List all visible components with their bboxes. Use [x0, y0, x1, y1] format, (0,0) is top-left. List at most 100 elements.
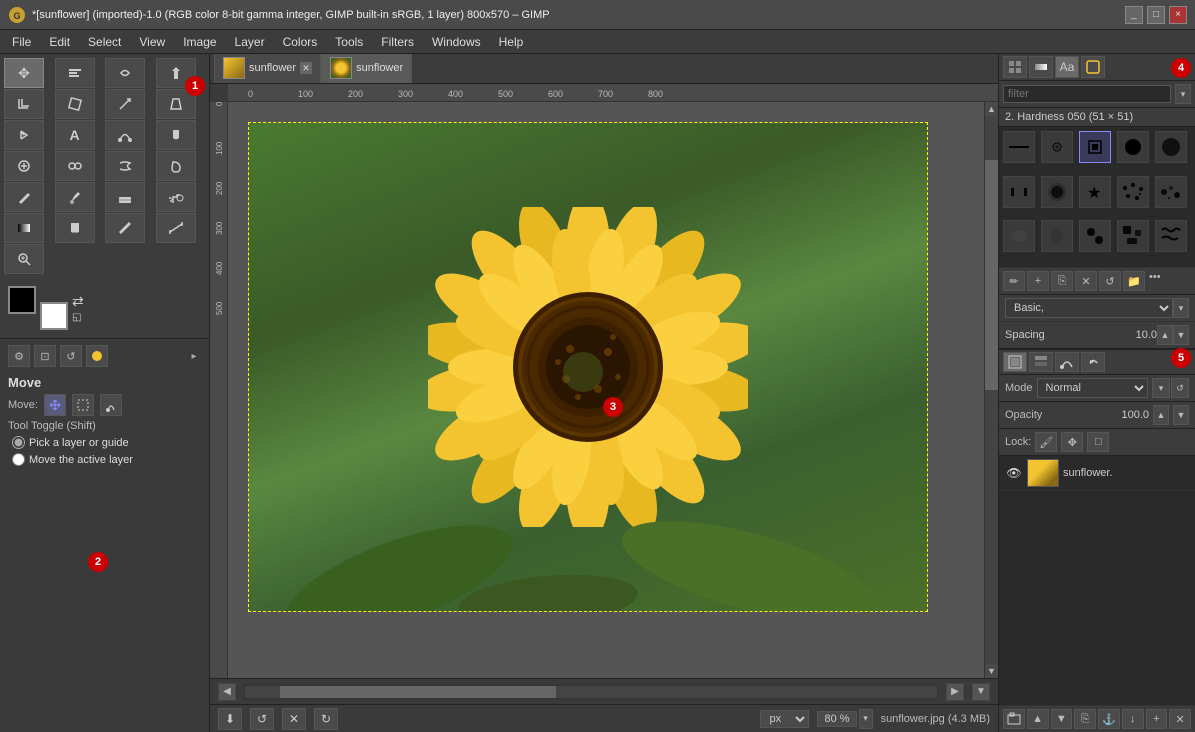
layers-tab-paths[interactable]: [1055, 352, 1079, 372]
menu-windows[interactable]: Windows: [424, 33, 489, 51]
layer-copy-button[interactable]: ⎘: [1074, 709, 1096, 729]
menu-colors[interactable]: Colors: [275, 33, 326, 51]
mode-prev-button[interactable]: ▾: [1152, 378, 1170, 398]
brush-action-copy[interactable]: ⎘: [1051, 271, 1073, 291]
reset-colors-button[interactable]: ◱: [72, 312, 84, 323]
airbrush-tool[interactable]: [156, 182, 196, 212]
smudge-tool[interactable]: [105, 151, 145, 181]
brushes-filter-input[interactable]: [1003, 85, 1171, 103]
radio-active-layer[interactable]: Move the active layer: [4, 451, 205, 468]
layers-tab-layers[interactable]: [1029, 352, 1053, 372]
menu-select[interactable]: Select: [80, 33, 129, 51]
menu-filters[interactable]: Filters: [373, 33, 422, 51]
menu-file[interactable]: File: [4, 33, 39, 51]
preset-selector[interactable]: Basic,: [1005, 298, 1173, 318]
lock-position-button[interactable]: ✥: [1061, 432, 1083, 452]
brush-tab-gradients[interactable]: [1029, 56, 1053, 78]
preset-dropdown-button[interactable]: ▾: [1173, 298, 1189, 318]
export-button[interactable]: ⬇: [218, 708, 242, 730]
layer-row-sunflower[interactable]: 👁 sunflower.: [999, 456, 1195, 491]
brush-item-scatter2[interactable]: [1155, 176, 1187, 208]
brush-tab-patterns[interactable]: [1003, 56, 1027, 78]
menu-layer[interactable]: Layer: [227, 33, 273, 51]
move-selection-icon[interactable]: [72, 394, 94, 416]
zoom-dropdown-button[interactable]: ▾: [859, 709, 873, 729]
brush-action-edit[interactable]: ✏: [1003, 271, 1025, 291]
rotate-tool[interactable]: [55, 89, 95, 119]
minimize-button[interactable]: _: [1125, 6, 1143, 24]
color-picker-tool[interactable]: [105, 213, 145, 243]
layer-merge-button[interactable]: ↓: [1122, 709, 1144, 729]
delete-layer-button[interactable]: ✕: [1169, 709, 1191, 729]
move-layer-icon[interactable]: [44, 394, 66, 416]
scale-tool[interactable]: [105, 89, 145, 119]
brush-item-xlarge[interactable]: [1155, 131, 1187, 163]
move-path-icon[interactable]: [100, 394, 122, 416]
brush-item-blob3[interactable]: [1079, 220, 1111, 252]
zoom-canvas-tool[interactable]: [4, 244, 44, 274]
vscroll-thumb[interactable]: [985, 160, 998, 390]
brush-item-grunge1[interactable]: [1117, 220, 1149, 252]
opacity-spin-up[interactable]: ▲: [1153, 405, 1169, 425]
radio-layer-guide[interactable]: Pick a layer or guide: [4, 434, 205, 451]
brush-item-sq-outline[interactable]: [1003, 176, 1035, 208]
brush-action-new[interactable]: +: [1027, 271, 1049, 291]
lasso-tool[interactable]: [105, 58, 145, 88]
vscroll-up-button[interactable]: ▲: [985, 102, 998, 116]
layer-up-button[interactable]: ▲: [1027, 709, 1049, 729]
scroll-down2-button[interactable]: ▼: [972, 683, 990, 701]
move-tool[interactable]: ✥: [4, 58, 44, 88]
pencil-tool[interactable]: [4, 182, 44, 212]
brush-tab-fonts[interactable]: [1081, 56, 1105, 78]
menu-view[interactable]: View: [131, 33, 173, 51]
gradient-tool[interactable]: [4, 213, 44, 243]
horizontal-scrollbar[interactable]: [244, 685, 938, 699]
menu-tools[interactable]: Tools: [327, 33, 371, 51]
canvas-tab-sunflower2[interactable]: sunflower: [321, 54, 412, 83]
paintbrush-tool[interactable]: [55, 182, 95, 212]
mode-history-button[interactable]: ↺: [1171, 378, 1189, 398]
clone-tool[interactable]: [55, 151, 95, 181]
brush-action-delete[interactable]: ✕: [1075, 271, 1097, 291]
brush-item-line[interactable]: [1003, 131, 1035, 163]
tool-options-icon4[interactable]: [86, 345, 108, 367]
layer-eye-sunflower[interactable]: 👁: [1005, 464, 1023, 482]
menu-edit[interactable]: Edit: [41, 33, 78, 51]
hscroll-left-button[interactable]: ◀: [218, 683, 236, 701]
tool-options-collapse[interactable]: ▸: [187, 349, 201, 363]
opacity-spin-down[interactable]: ▼: [1173, 405, 1189, 425]
align-tool[interactable]: [55, 58, 95, 88]
flip-tool[interactable]: [4, 120, 44, 150]
new-layer-group-button[interactable]: [1003, 709, 1025, 729]
ink-tool[interactable]: [156, 120, 196, 150]
lock-pixels-button[interactable]: 🖌: [1035, 432, 1057, 452]
brush-action-refresh[interactable]: ↺: [1099, 271, 1121, 291]
foreground-color-swatch[interactable]: [8, 286, 36, 314]
brush-item-grunge2[interactable]: [1155, 220, 1187, 252]
brush-item-selected[interactable]: [1079, 131, 1111, 163]
layer-anchor-button[interactable]: ⚓: [1098, 709, 1120, 729]
vertical-scrollbar[interactable]: ▲ ▼: [984, 102, 998, 678]
background-color-swatch[interactable]: [40, 302, 68, 330]
layer-down-button[interactable]: ▼: [1051, 709, 1073, 729]
hscroll-right-button[interactable]: ▶: [946, 683, 964, 701]
menu-image[interactable]: Image: [175, 33, 224, 51]
redo-button[interactable]: ↻: [314, 708, 338, 730]
brush-item-blob1[interactable]: [1003, 220, 1035, 252]
canvas-viewport[interactable]: 3: [228, 102, 984, 678]
spacing-spin-down[interactable]: ▼: [1173, 325, 1189, 345]
lock-alpha-button[interactable]: □: [1087, 432, 1109, 452]
filter-dropdown-button[interactable]: ▾: [1175, 84, 1191, 104]
brush-item-soft-small[interactable]: [1041, 131, 1073, 163]
tool-options-icon2[interactable]: ⊡: [34, 345, 56, 367]
brush-item-blob2[interactable]: [1041, 220, 1073, 252]
radio-active-layer-input[interactable]: [12, 453, 25, 466]
bucket-fill-tool[interactable]: [55, 213, 95, 243]
canvas-tab-sunflower1[interactable]: sunflower ✕: [214, 54, 321, 83]
menu-help[interactable]: Help: [491, 33, 532, 51]
brush-item-scatter1[interactable]: [1117, 176, 1149, 208]
undo-button[interactable]: ↺: [250, 708, 274, 730]
swap-colors-button[interactable]: ⇄: [72, 293, 84, 310]
tool-options-icon1[interactable]: ⚙: [8, 345, 30, 367]
brush-item-soft2[interactable]: [1041, 176, 1073, 208]
